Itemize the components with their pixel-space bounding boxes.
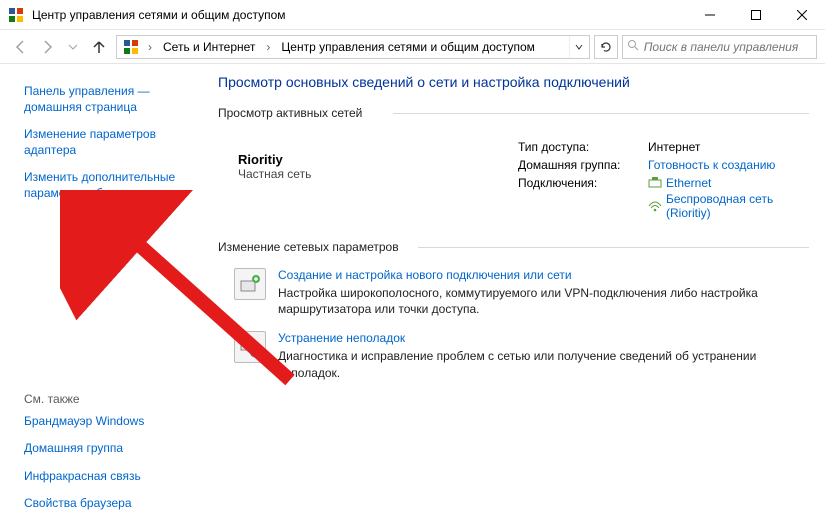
see-also-infrared[interactable]: Инфракрасная связь xyxy=(24,469,190,485)
see-also-firewall[interactable]: Брандмауэр Windows xyxy=(24,414,190,430)
app-icon xyxy=(8,7,24,23)
minimize-button[interactable] xyxy=(687,0,733,29)
refresh-button[interactable] xyxy=(594,35,618,59)
chevron-right-icon[interactable]: › xyxy=(261,36,275,58)
see-also-header: См. также xyxy=(24,392,190,406)
breadcrumb-item-2[interactable]: Центр управления сетями и общим доступом xyxy=(275,36,541,58)
window-title: Центр управления сетями и общим доступом xyxy=(32,8,687,22)
ethernet-icon xyxy=(648,177,662,189)
maximize-button[interactable] xyxy=(733,0,779,29)
connection-wifi[interactable]: Беспроводная сеть (Rioritiy) xyxy=(666,192,803,220)
active-networks-header: Просмотр активных сетей xyxy=(218,106,809,120)
window-titlebar: Центр управления сетями и общим доступом xyxy=(0,0,825,30)
up-button[interactable] xyxy=(86,34,112,60)
sidebar: Панель управления — домашняя страница Из… xyxy=(0,64,200,528)
change-settings-header: Изменение сетевых параметров xyxy=(218,240,809,254)
access-label: Тип доступа: xyxy=(518,138,648,156)
sidebar-link-adapter-settings[interactable]: Изменение параметров адаптера xyxy=(24,127,190,158)
homegroup-label: Домашняя группа: xyxy=(518,156,648,174)
task-new-connection: Создание и настройка нового подключения … xyxy=(234,268,809,317)
main-panel: Просмотр основных сведений о сети и наст… xyxy=(200,64,825,528)
network-type: Частная сеть xyxy=(238,167,518,181)
task-troubleshoot: Устранение неполадок Диагностика и испра… xyxy=(234,331,809,380)
access-value: Интернет xyxy=(648,138,809,156)
location-icon xyxy=(123,39,139,55)
task-troubleshoot-desc: Диагностика и исправление проблем с сеть… xyxy=(278,348,798,380)
sidebar-link-advanced-sharing[interactable]: Изменить дополнительные параметры общего… xyxy=(24,170,190,201)
page-title: Просмотр основных сведений о сети и наст… xyxy=(218,74,809,90)
forward-button[interactable] xyxy=(34,34,60,60)
task-troubleshoot-link[interactable]: Устранение неполадок xyxy=(278,331,405,345)
close-button[interactable] xyxy=(779,0,825,29)
chevron-right-icon[interactable]: › xyxy=(143,36,157,58)
see-also-browser[interactable]: Свойства браузера xyxy=(24,496,190,512)
connections-label: Подключения: xyxy=(518,174,648,224)
search-input[interactable] xyxy=(644,40,812,54)
task-new-connection-link[interactable]: Создание и настройка нового подключения … xyxy=(278,268,572,282)
search-box[interactable] xyxy=(622,35,817,59)
wifi-icon xyxy=(648,200,662,212)
network-name: Rioritiy xyxy=(238,138,518,167)
task-new-connection-desc: Настройка широкополосного, коммутируемог… xyxy=(278,285,798,317)
back-button[interactable] xyxy=(8,34,34,60)
breadcrumb-bar[interactable]: › Сеть и Интернет › Центр управления сет… xyxy=(116,35,590,59)
recent-dropdown[interactable] xyxy=(60,34,86,60)
breadcrumb-dropdown[interactable] xyxy=(569,36,587,58)
search-icon xyxy=(627,39,640,54)
active-network-row: Rioritiy Частная сеть Тип доступа: Интер… xyxy=(218,138,809,224)
see-also-homegroup[interactable]: Домашняя группа xyxy=(24,441,190,457)
address-bar: › Сеть и Интернет › Центр управления сет… xyxy=(0,30,825,64)
breadcrumb-item-1[interactable]: Сеть и Интернет xyxy=(157,36,261,58)
troubleshoot-icon xyxy=(234,331,266,363)
connection-ethernet[interactable]: Ethernet xyxy=(666,176,711,190)
new-connection-icon xyxy=(234,268,266,300)
sidebar-home-link[interactable]: Панель управления — домашняя страница xyxy=(24,84,190,115)
homegroup-link[interactable]: Готовность к созданию xyxy=(648,158,775,172)
